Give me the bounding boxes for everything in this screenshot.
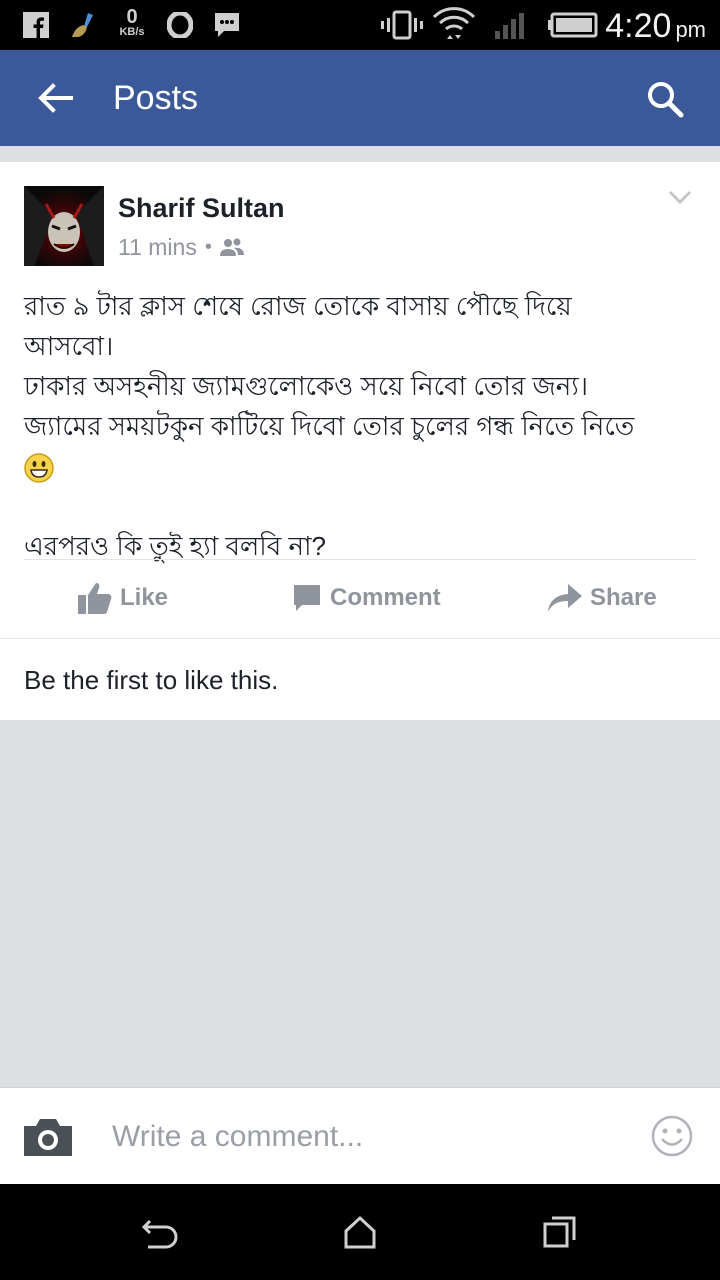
post-line: ঢাকার অসহনীয় জ্যামগুলোকেও সয়ে নিবো তোর… bbox=[24, 371, 589, 401]
back-button[interactable] bbox=[30, 76, 80, 120]
post-options-button[interactable] bbox=[664, 184, 696, 210]
meta-separator: • bbox=[204, 235, 212, 258]
grinning-face-icon bbox=[24, 453, 54, 483]
signal-icon bbox=[492, 0, 526, 50]
facebook-icon bbox=[22, 0, 50, 50]
post-line: রাত ৯ টার ক্লাস শেষে রোজ তোকে বাসায় পৌছ… bbox=[24, 291, 572, 321]
back-icon bbox=[141, 1219, 178, 1249]
share-label: Share bbox=[590, 584, 657, 611]
avatar[interactable] bbox=[24, 186, 104, 266]
sticker-button[interactable] bbox=[650, 1114, 694, 1158]
comment-label: Comment bbox=[330, 584, 441, 611]
battery-icon bbox=[548, 0, 598, 50]
post-author[interactable]: Sharif Sultan bbox=[118, 192, 285, 224]
system-nav-bar bbox=[0, 1184, 720, 1280]
comment-button[interactable]: Comment bbox=[292, 560, 441, 636]
opera-icon bbox=[166, 0, 194, 50]
comment-input[interactable] bbox=[112, 1114, 632, 1160]
arrow-left-icon bbox=[38, 83, 73, 113]
status-bar: 0 KB/s 4:20 pm bbox=[0, 0, 720, 50]
friends-icon bbox=[219, 238, 244, 256]
page-title: Posts bbox=[113, 79, 199, 117]
comment-bar bbox=[0, 1087, 720, 1184]
nav-recents-button[interactable] bbox=[536, 1208, 584, 1256]
app-bar: Posts bbox=[0, 50, 720, 146]
nav-back-button[interactable] bbox=[136, 1208, 184, 1256]
wifi-icon bbox=[432, 0, 476, 50]
comment-icon bbox=[294, 585, 320, 611]
emoji-line bbox=[24, 446, 704, 486]
recents-icon bbox=[543, 1216, 576, 1248]
post-time[interactable]: 11 mins bbox=[118, 234, 197, 261]
share-icon bbox=[548, 584, 582, 612]
home-icon bbox=[344, 1215, 376, 1249]
likes-summary: Be the first to like this. bbox=[24, 665, 279, 695]
post-body: রাত ৯ টার ক্লাস শেষে রোজ তোকে বাসায় পৌছ… bbox=[24, 286, 704, 566]
like-label: Like bbox=[120, 584, 169, 611]
post-meta: 11 mins • bbox=[118, 232, 244, 262]
post-line: জ্যামের সময়টকুন কাটিয়ে দিবো তোর চুলের … bbox=[24, 411, 635, 441]
post-card: Sharif Sultan 11 mins • রাত ৯ টার ক্লাস … bbox=[0, 162, 720, 720]
smiley-icon bbox=[651, 1115, 693, 1157]
messenger-icon bbox=[212, 0, 242, 50]
nav-home-button[interactable] bbox=[336, 1208, 384, 1256]
search-button[interactable] bbox=[640, 74, 690, 124]
camera-icon bbox=[24, 1119, 72, 1156]
share-button[interactable]: Share bbox=[548, 560, 657, 636]
search-icon bbox=[648, 82, 684, 118]
chevron-down-icon bbox=[668, 190, 692, 204]
divider bbox=[0, 638, 720, 639]
vibrate-icon bbox=[380, 0, 424, 50]
camera-button[interactable] bbox=[22, 1116, 74, 1158]
post-line: আসবো। bbox=[24, 331, 114, 361]
broom-icon bbox=[68, 0, 98, 50]
net-speed-indicator: 0 KB/s bbox=[119, 6, 145, 38]
like-button[interactable]: Like bbox=[78, 560, 168, 636]
thumbs-up-icon bbox=[78, 583, 112, 614]
clock: 4:20 pm bbox=[605, 7, 706, 45]
post-actions: Like Comment Share bbox=[0, 560, 720, 636]
